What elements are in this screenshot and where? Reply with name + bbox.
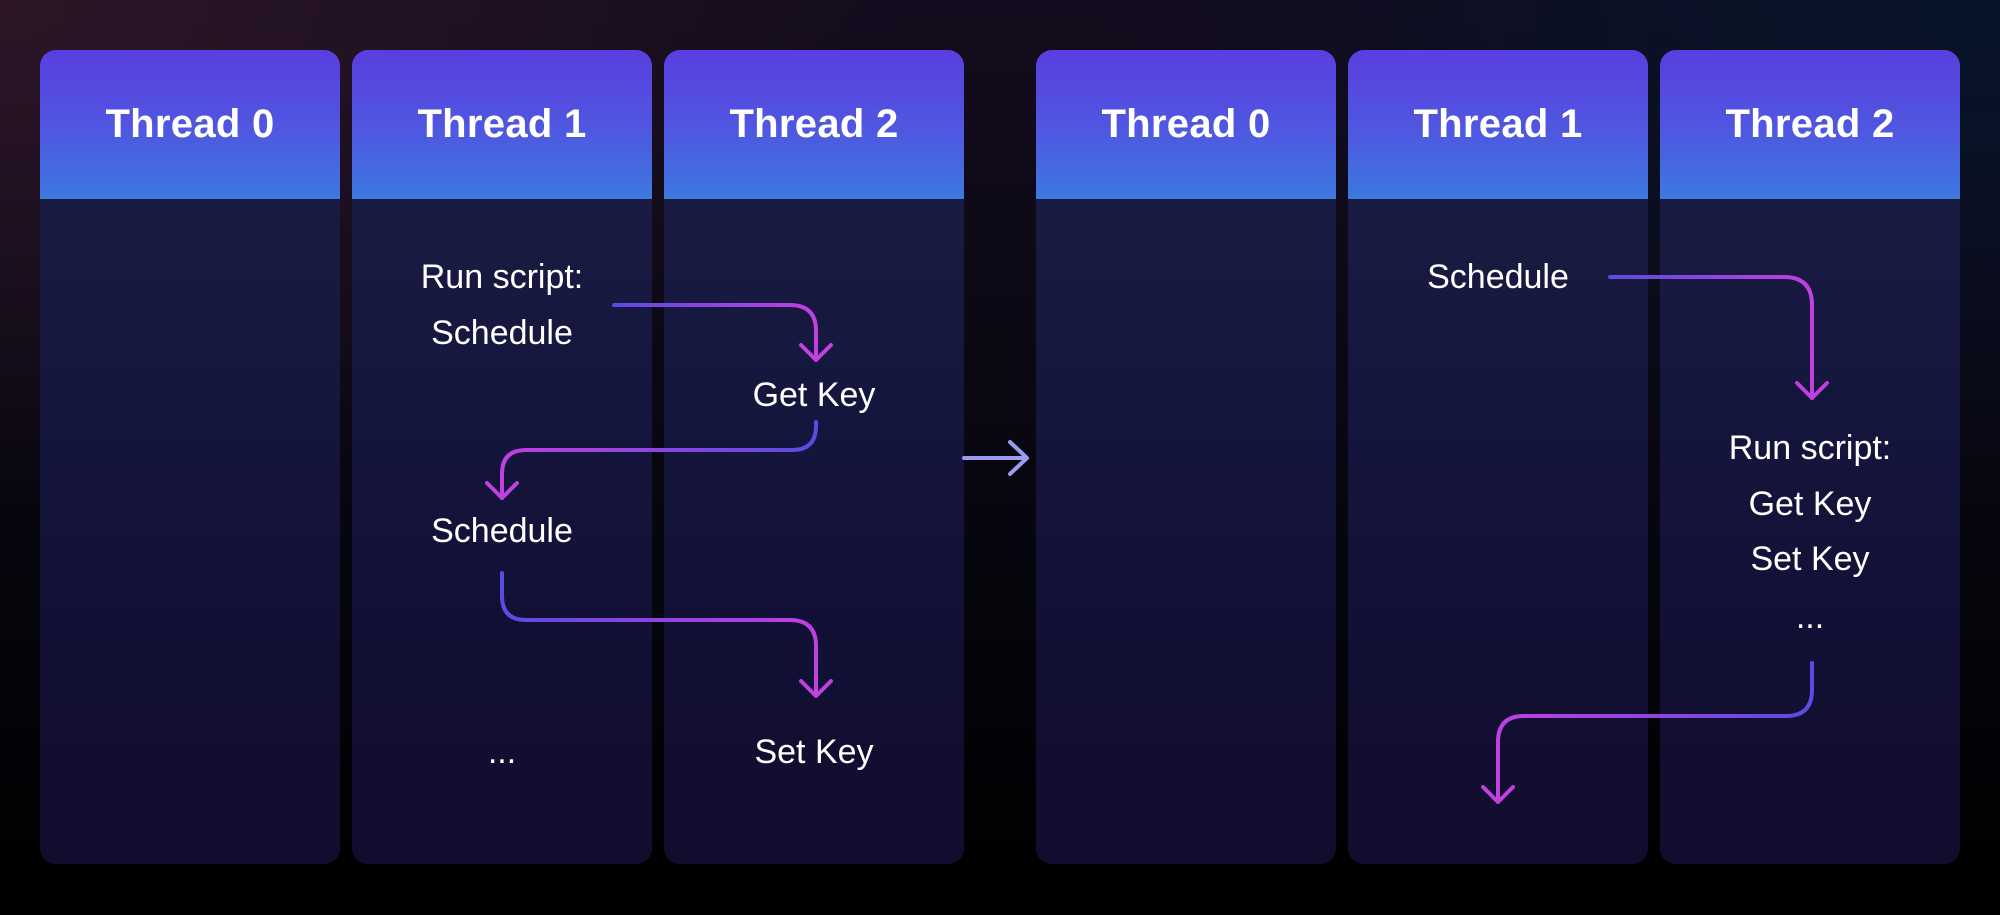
before-step-schedule-2: Schedule bbox=[431, 512, 573, 550]
before-thread-1-header: Thread 1 bbox=[352, 50, 652, 199]
before-thread-0-column: Thread 0 bbox=[40, 50, 340, 864]
after-thread-1-header: Thread 1 bbox=[1348, 50, 1648, 199]
after-step-ellipsis: ... bbox=[1795, 598, 1825, 636]
after-step-get-key: Get Key bbox=[1748, 485, 1872, 523]
after-step-run-script: Run script: bbox=[1728, 429, 1892, 467]
after-step-set-key: Set Key bbox=[1750, 540, 1870, 578]
after-thread-0-header: Thread 0 bbox=[1036, 50, 1336, 199]
before-thread-2-header: Thread 2 bbox=[664, 50, 964, 199]
before-step-get-key: Get Key bbox=[752, 376, 876, 414]
before-step-set-key: Set Key bbox=[754, 733, 874, 771]
before-thread-0-header: Thread 0 bbox=[40, 50, 340, 199]
after-thread-1-column: Thread 1 bbox=[1348, 50, 1648, 864]
after-thread-2-header: Thread 2 bbox=[1660, 50, 1960, 199]
after-step-schedule: Schedule bbox=[1427, 258, 1569, 296]
before-step-ellipsis: ... bbox=[487, 733, 517, 771]
before-step-schedule-1: Schedule bbox=[431, 314, 573, 352]
before-step-run-script: Run script: bbox=[420, 258, 584, 296]
after-thread-0-column: Thread 0 bbox=[1036, 50, 1336, 864]
right-arrow-icon bbox=[962, 440, 1029, 476]
